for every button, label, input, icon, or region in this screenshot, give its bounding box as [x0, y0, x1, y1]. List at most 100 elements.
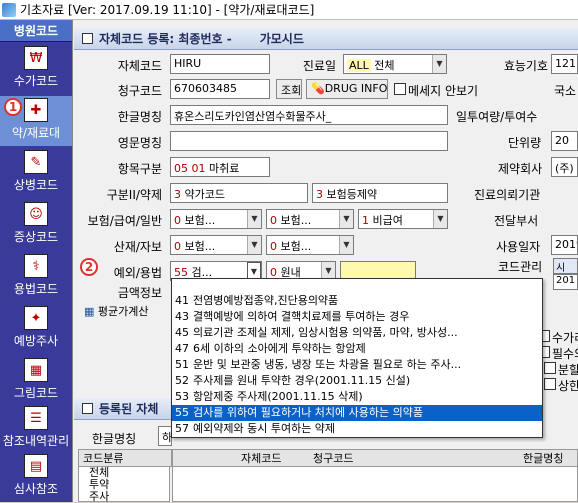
col-claim-code[interactable]: 청구코드 — [313, 450, 353, 466]
national-label: 국소 — [554, 84, 577, 98]
korean-name-input[interactable]: 휴온스리도카인염산염수화물주사_ — [170, 105, 448, 125]
section-toggle[interactable] — [82, 403, 93, 414]
sidebar-item-vaccine[interactable]: ✦ 예방주사 — [0, 304, 72, 354]
dropdown-option[interactable]: 52 주사제를 원내 투약한 경우(2001.11.15 신설) — [172, 373, 542, 389]
insurance-select-3[interactable]: 1 비급여 ▼ — [358, 209, 448, 229]
dropdown-option[interactable]: 57 예외약제와 동시 투여하는 약제 — [172, 421, 542, 437]
treat-subject-label: 진료일 — [302, 59, 336, 73]
daily-dose-label: 일투여량/투여수 — [456, 110, 538, 124]
exception-label: 예외/용법 — [113, 266, 162, 280]
usage-code-icon: ⚕ — [24, 254, 48, 278]
dropdown-option[interactable]: 45 의료기관 조제실 제제, 임상시험용 의약품, 마약, 방사성... — [172, 325, 542, 341]
tree-header: 코드분류 — [78, 449, 172, 467]
category-tree[interactable]: 전체 투약 주사 — [78, 466, 170, 503]
sidebar-item-reference[interactable]: ☰ 참조내역관리 — [0, 404, 72, 454]
effect-code-label: 효능기호 — [503, 59, 548, 73]
chevron-down-icon[interactable]: ▼ — [247, 236, 261, 254]
window-title: 기초자료 [Ver: 2017.09.19 11:10] - [약가/재료대코드… — [20, 3, 315, 17]
message-checkbox[interactable] — [394, 83, 406, 95]
chevron-down-icon[interactable]: ▼ — [433, 210, 447, 228]
category-select-1[interactable]: 3 약가코드 — [170, 183, 308, 203]
lower-search-input[interactable]: 하 — [158, 426, 172, 446]
sidebar-item-usage-code[interactable]: ⚕ 용법코드 — [0, 252, 72, 302]
clinic-label: 진료의뢰기관 — [474, 188, 541, 202]
delivery-label: 전달부서 — [494, 214, 539, 228]
sidebar-item-symptom-code[interactable]: ☺ 증상코드 — [0, 200, 72, 250]
exception-dropdown-list[interactable]: 41 전염병예방접종약,진단용의약품 43 결핵예방에 의하여 결핵치료제를 투여하… — [171, 278, 543, 438]
chevron-down-icon[interactable]: ▼ — [432, 55, 446, 73]
category-select-2[interactable]: 3 보험등제약 — [312, 183, 448, 203]
sidebar-header[interactable]: 병원코드 — [0, 20, 72, 42]
symptom-code-icon: ☺ — [24, 202, 48, 226]
unit-amount-input[interactable]: 20 — [551, 131, 578, 151]
picture-code-icon: ▦ — [24, 358, 48, 382]
insurance-label: 보험/급여/일반 — [87, 214, 162, 228]
drug-info-button[interactable]: 💊DRUG INFO — [306, 79, 388, 99]
maker-input[interactable]: (주) — [551, 157, 578, 177]
dropdown-option[interactable]: 53 항암제중 주사제(2001.11.15 삭제) — [172, 389, 542, 405]
chevron-down-icon[interactable]: ▼ — [247, 210, 261, 228]
app-icon — [2, 2, 16, 17]
section-toggle[interactable] — [82, 33, 93, 44]
treat-subject-select[interactable]: ALL 전체 ▼ — [343, 54, 447, 74]
message-label: 메세지 안보기 — [408, 84, 479, 98]
insurance-select-1[interactable]: 0 보험... ▼ — [170, 209, 262, 229]
right-option-1-label: 수가리 — [552, 331, 578, 345]
english-name-label: 영문명칭 — [117, 136, 162, 150]
calculator-icon: ▦ — [84, 305, 95, 318]
sidebar-item-review-reference[interactable]: ▤ 심사참조 — [0, 452, 72, 502]
sidebar: 병원코드 ₩ 수가코드 ✚ 약/재료대 ✎ 상병코드 ☺ 증상코드 ⚕ 용법코드… — [0, 20, 72, 502]
col-own-code[interactable]: 자체코드 — [241, 450, 281, 466]
code-mgmt-header: 시 — [553, 258, 578, 274]
lower-korean-name-label: 한글명칭 — [92, 432, 137, 446]
industrial-select-2[interactable]: 0 보험... ▼ — [266, 235, 354, 255]
korean-name-label: 한글명칭 — [117, 110, 162, 124]
chevron-down-icon[interactable]: ▼ — [339, 236, 353, 254]
item-type-select[interactable]: 05 01 마취료 — [170, 157, 270, 177]
vaccine-icon: ✦ — [24, 306, 48, 330]
dropdown-option[interactable]: 47 6세 이하의 소아에게 투약하는 항암제 — [172, 341, 542, 357]
right-option-3-label: 분할시 — [558, 363, 578, 377]
own-code-label: 자체코드 — [117, 59, 162, 73]
right-option-2-label: 필수의 — [552, 347, 578, 361]
own-code-input[interactable]: HIRU — [170, 54, 270, 74]
use-date-label: 사용일자 — [496, 240, 541, 254]
sidebar-item-fee-code[interactable]: ₩ 수가코드 — [0, 44, 72, 94]
category-label: 구분II/약제 — [106, 188, 162, 202]
amount-info-label: 금액정보 — [117, 286, 162, 300]
right-option-4-checkbox[interactable] — [544, 378, 556, 390]
search-button[interactable]: 조회 — [276, 79, 302, 99]
use-date-input[interactable]: 2019 — [551, 235, 578, 255]
sidebar-item-picture-code[interactable]: ▦ 그림코드 — [0, 356, 72, 406]
english-name-input[interactable] — [170, 131, 448, 151]
effect-code-input[interactable]: 121 — [551, 54, 578, 74]
avg-calc-button[interactable]: ▦ 평균가계산 — [80, 301, 170, 321]
industrial-select-1[interactable]: 0 보험... ▼ — [170, 235, 262, 255]
tree-item[interactable]: 주사 — [89, 491, 169, 503]
claim-code-input[interactable]: 670603485 — [170, 79, 270, 99]
dropdown-option[interactable]: 51 운반 및 보관중 냉동, 냉장 또는 차광을 필요로 하는 주사... — [172, 357, 542, 373]
code-mgmt-cell[interactable]: 201 — [553, 274, 578, 290]
maker-label: 제약회사 — [498, 162, 543, 176]
chevron-down-icon[interactable]: ▼ — [339, 210, 353, 228]
claim-code-label: 청구코드 — [117, 84, 162, 98]
unit-amount-label: 단위량 — [508, 136, 542, 150]
dropdown-option-selected[interactable]: 55 검사를 위하여 필요하거나 처치에 사용하는 의약품 — [172, 405, 542, 421]
fee-code-icon: ₩ — [24, 46, 48, 70]
section-subtitle: 가모시드 — [259, 32, 304, 46]
section-title: 자체코드 등록: 최종번호 - — [99, 32, 232, 46]
pill-icon: 💊 — [311, 82, 325, 95]
right-option-3-checkbox[interactable] — [544, 362, 556, 374]
disease-code-icon: ✎ — [24, 150, 48, 174]
annotation-marker-1: 1 — [4, 98, 22, 116]
sidebar-item-disease-code[interactable]: ✎ 상병코드 — [0, 148, 72, 198]
section-title: 등록된 자체 — [99, 402, 159, 416]
col-korean-name[interactable]: 한글명칭 — [523, 450, 563, 466]
dropdown-option[interactable]: 41 전염병예방접종약,진단용의약품 — [172, 293, 542, 309]
right-option-4-label: 상한기 — [558, 379, 578, 393]
section-registered-header: 등록된 자체 — [74, 398, 174, 420]
result-grid[interactable] — [172, 466, 578, 502]
insurance-select-2[interactable]: 0 보험... ▼ — [266, 209, 354, 229]
dropdown-option[interactable]: 43 결핵예방에 의하여 결핵치료제를 투여하는 경우 — [172, 309, 542, 325]
drug-material-icon: ✚ — [24, 98, 48, 122]
